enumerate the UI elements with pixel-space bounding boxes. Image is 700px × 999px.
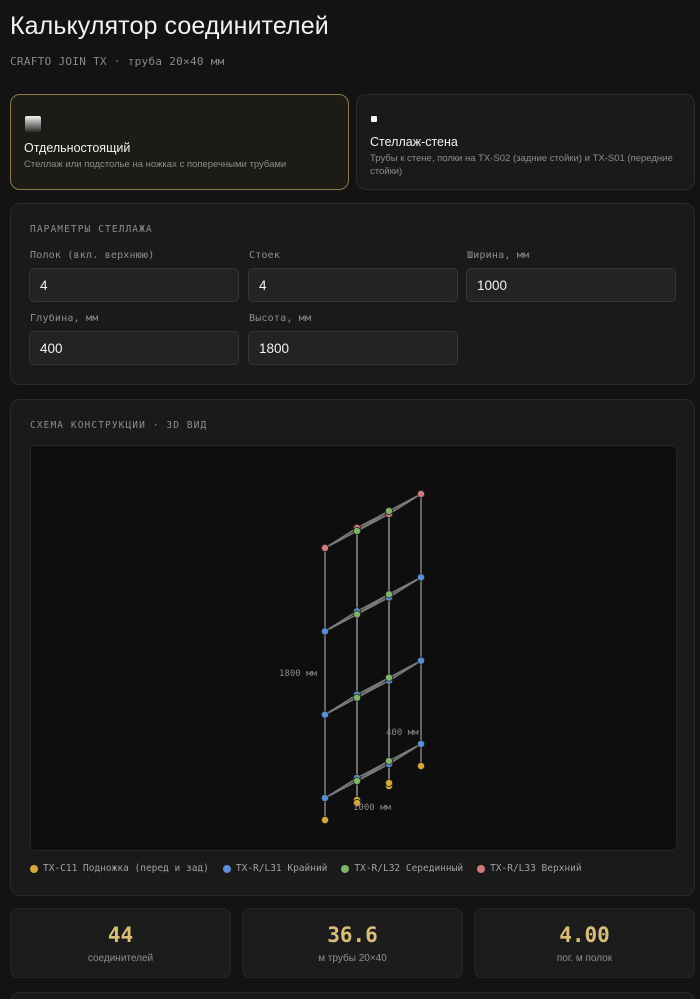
stat-tube-length: 36.6 м трубы 20×40 <box>242 908 463 978</box>
connector-node <box>320 544 329 553</box>
depth-input[interactable] <box>29 331 239 365</box>
legend-dot <box>30 864 38 873</box>
stat-connectors: 44 соединителей <box>10 908 231 978</box>
legend-dot <box>222 864 231 873</box>
cross-tube <box>356 510 390 532</box>
params-title: ПАРАМЕТРЫ СТЕЛЛАЖА <box>30 224 153 235</box>
cross-tube <box>388 743 422 765</box>
rack-3d-view: 1800 мм 400 мм 1000 мм <box>279 490 425 824</box>
stat-label: пог. м полок <box>556 953 613 964</box>
connector-node <box>352 693 361 702</box>
legend-label: TX-R/L33 Верхний <box>490 863 582 874</box>
connector-node <box>384 507 393 516</box>
stat-value: 36.6 <box>327 923 378 947</box>
connector-node <box>320 710 329 719</box>
legend-label: TX-R/L32 Серединный <box>354 863 464 874</box>
legend-label: TX-C11 Подножка (перед и зад) <box>43 863 209 874</box>
stat-shelf-length: 4.00 пог. м полок <box>474 908 695 978</box>
stat-value: 4.00 <box>559 923 610 947</box>
mode-card-freestanding[interactable]: Отдельностоящий Стеллаж или подстолье на… <box>10 94 349 190</box>
legend-item-middle: TX-R/L32 Серединный <box>341 863 463 874</box>
cross-tube <box>324 777 358 799</box>
cross-tube <box>324 610 358 633</box>
cross-tube <box>324 693 358 716</box>
field-label-width: Ширина, мм <box>467 250 530 261</box>
connector-node <box>384 590 393 599</box>
cross-tube <box>356 760 390 782</box>
connector-node <box>320 793 329 802</box>
scheme-title: СХЕМА КОНСТРУКЦИИ · 3D ВИД <box>30 420 208 431</box>
params-panel: ПАРАМЕТРЫ СТЕЛЛАЖА Полок (вкл. верхнюю) … <box>10 203 695 385</box>
posts-input[interactable] <box>248 268 458 302</box>
cross-tube <box>324 527 358 549</box>
cross-tube <box>356 593 390 616</box>
foot-node <box>320 815 329 824</box>
legend-dot <box>477 864 486 873</box>
mode-name: Отдельностоящий <box>24 141 131 155</box>
scheme-canvas[interactable]: 1800 мм 400 мм 1000 мм <box>30 445 677 851</box>
connector-node <box>384 673 393 682</box>
stat-label: м трубы 20×40 <box>318 953 387 964</box>
field-label-depth: Глубина, мм <box>30 313 99 324</box>
connector-node <box>352 610 361 619</box>
connector-node <box>416 573 425 582</box>
mode-description: Трубы к стене, полки на TX-S02 (задние с… <box>370 153 673 177</box>
connector-node <box>320 627 329 636</box>
connector-node <box>416 739 425 748</box>
connector-node <box>416 656 425 665</box>
next-panel <box>10 992 695 999</box>
freestanding-icon <box>25 116 41 132</box>
legend-dot <box>341 864 350 873</box>
legend-label: TX-R/L31 Крайний <box>235 863 328 874</box>
page-subtitle: CRAFTO JOIN TX · труба 20×40 мм <box>10 55 225 68</box>
field-label-height: Высота, мм <box>249 313 312 324</box>
scheme-legend: TX-C11 Подножка (перед и зад) TX-R/L31 К… <box>30 863 582 874</box>
connector-node <box>352 776 361 785</box>
legend-item-foot: TX-C11 Подножка (перед и зад) <box>30 863 209 874</box>
connector-node <box>384 756 393 765</box>
mode-description: Стеллаж или подстолье на ножках с попере… <box>24 159 287 170</box>
dimension-depth: 400 мм <box>386 728 419 738</box>
legend-item-top: TX-R/L33 Верхний <box>477 863 582 874</box>
dimension-height: 1800 мм <box>279 669 318 679</box>
cross-tube <box>388 659 422 682</box>
cross-tube <box>388 493 422 515</box>
connector-node <box>352 527 361 536</box>
cross-tube <box>356 676 390 699</box>
shelves-input[interactable] <box>29 268 239 302</box>
wall-rack-icon <box>371 116 377 122</box>
mode-card-wall-rack[interactable]: Стеллаж-стена Трубы к стене, полки на TX… <box>356 94 695 190</box>
cross-tube <box>388 576 422 599</box>
stat-label: соединителей <box>87 953 154 964</box>
field-label-posts: Стоек <box>249 250 281 261</box>
legend-item-edge: TX-R/L31 Крайний <box>222 863 328 874</box>
field-label-shelves: Полок (вкл. верхнюю) <box>30 250 155 261</box>
width-input[interactable] <box>466 268 676 302</box>
height-input[interactable] <box>248 331 458 365</box>
foot-node <box>416 761 425 770</box>
dimension-width: 1000 мм <box>353 803 392 813</box>
foot-node <box>384 778 393 787</box>
stat-value: 44 <box>107 923 134 947</box>
page-title: Калькулятор соединителей <box>10 12 329 40</box>
mode-name: Стеллаж-стена <box>370 135 458 149</box>
connector-node <box>416 490 425 499</box>
scheme-panel: СХЕМА КОНСТРУКЦИИ · 3D ВИД 1800 мм 400 м… <box>10 399 695 896</box>
